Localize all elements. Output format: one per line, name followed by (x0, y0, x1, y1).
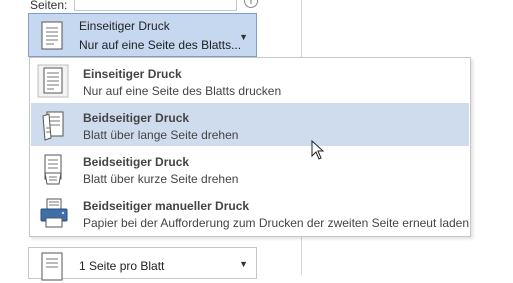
menu-item-description: Nur auf eine Seite des Blatts drucken (83, 84, 282, 98)
duplex-short-edge-icon (44, 154, 62, 185)
single-sided-page-icon (41, 21, 63, 50)
pages-input[interactable] (74, 0, 237, 11)
menu-item-title: Beidseitiger manueller Druck (83, 199, 250, 213)
menu-item-title: Beidseitiger Druck (83, 111, 190, 125)
menu-item-description: Blatt über kurze Seite drehen (83, 172, 239, 186)
menu-item-single-sided[interactable]: Einseitiger Druck Nur auf eine Seite des… (31, 59, 469, 102)
print-mode-title: Einseitiger Druck (79, 19, 170, 33)
pages-per-sheet-label: 1 Seite pro Blatt (79, 259, 165, 273)
menu-item-description: Blatt über lange Seite drehen (83, 128, 239, 142)
mouse-pointer-icon (311, 140, 325, 160)
info-icon[interactable]: i (244, 0, 258, 8)
menu-item-manual-duplex[interactable]: Beidseitiger manueller Druck Papier bei … (31, 191, 469, 234)
menu-item-description: Papier bei der Aufforderung zum Drucken … (83, 216, 470, 230)
single-sided-page-icon (37, 64, 69, 98)
chevron-down-icon: ▼ (239, 32, 248, 42)
manual-duplex-printer-icon (40, 198, 68, 228)
print-mode-dropdown[interactable]: Einseitiger Druck Nur auf eine Seite des… (28, 13, 257, 57)
page-icon (41, 252, 63, 281)
duplex-long-edge-icon (42, 111, 64, 141)
menu-item-title: Beidseitiger Druck (83, 155, 190, 169)
print-mode-subtitle: Nur auf eine Seite des Blatts... (79, 38, 242, 52)
chevron-down-icon: ▼ (239, 259, 248, 269)
pages-label: Seiten: (30, 0, 68, 12)
menu-item-duplex-long-edge[interactable]: Beidseitiger Druck Blatt über lange Seit… (31, 103, 469, 146)
pages-per-sheet-dropdown[interactable]: 1 Seite pro Blatt ▼ (28, 247, 257, 281)
print-mode-menu: Einseitiger Druck Nur auf eine Seite des… (29, 57, 471, 237)
menu-item-duplex-short-edge[interactable]: Beidseitiger Druck Blatt über kurze Seit… (31, 147, 469, 190)
menu-item-title: Einseitiger Druck (83, 67, 182, 81)
